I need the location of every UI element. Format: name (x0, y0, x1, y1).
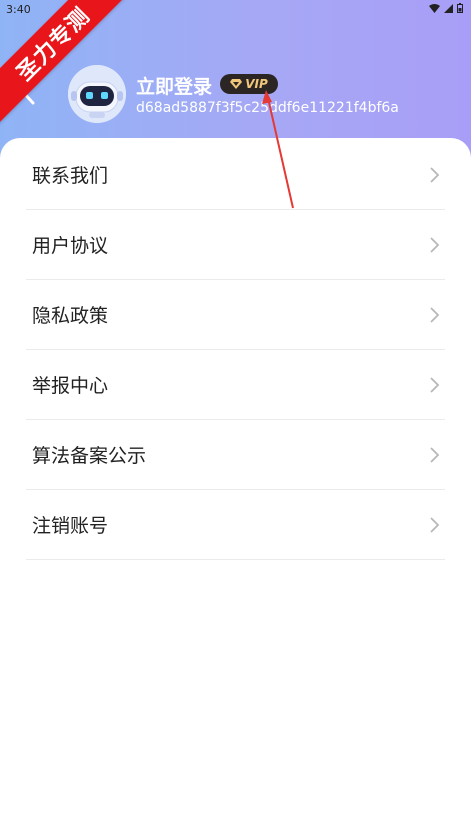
battery-icon (457, 3, 463, 16)
menu-item-label: 联系我们 (32, 165, 109, 187)
menu-item-contact-us[interactable]: 联系我们 (26, 140, 445, 210)
robot-avatar-icon (68, 65, 126, 123)
menu-item-label: 用户协议 (32, 235, 109, 257)
chevron-right-icon (430, 307, 440, 323)
menu-item-label: 举报中心 (32, 375, 109, 397)
menu-item-report-center[interactable]: 举报中心 (26, 350, 445, 420)
status-time: 3:40 (6, 3, 31, 16)
menu-item-label: 算法备案公示 (32, 445, 147, 467)
vip-badge[interactable]: VIP (220, 74, 278, 94)
menu-item-delete-account[interactable]: 注销账号 (26, 490, 445, 560)
menu-item-algorithm-filing[interactable]: 算法备案公示 (26, 420, 445, 490)
settings-card: 联系我们 用户协议 隐私政策 举报中心 算法备案公示 注销账号 (0, 138, 471, 837)
chevron-right-icon (430, 447, 440, 463)
avatar[interactable] (68, 65, 126, 123)
chevron-right-icon (430, 377, 440, 393)
menu-item-label: 隐私政策 (32, 305, 109, 327)
diamond-icon (230, 79, 243, 89)
menu-item-user-agreement[interactable]: 用户协议 (26, 210, 445, 280)
chevron-right-icon (430, 237, 440, 253)
login-title[interactable]: 立即登录 (136, 72, 212, 99)
menu-item-label: 注销账号 (32, 515, 109, 537)
vip-label: VIP (245, 77, 268, 91)
status-icons (429, 3, 463, 16)
signal-icon (444, 3, 453, 16)
user-id: d68ad5887f3f5c25ddf6e11221f4bf6a (136, 100, 399, 116)
chevron-right-icon (430, 167, 440, 183)
chevron-right-icon (430, 517, 440, 533)
wifi-icon (429, 3, 440, 16)
menu-item-privacy-policy[interactable]: 隐私政策 (26, 280, 445, 350)
